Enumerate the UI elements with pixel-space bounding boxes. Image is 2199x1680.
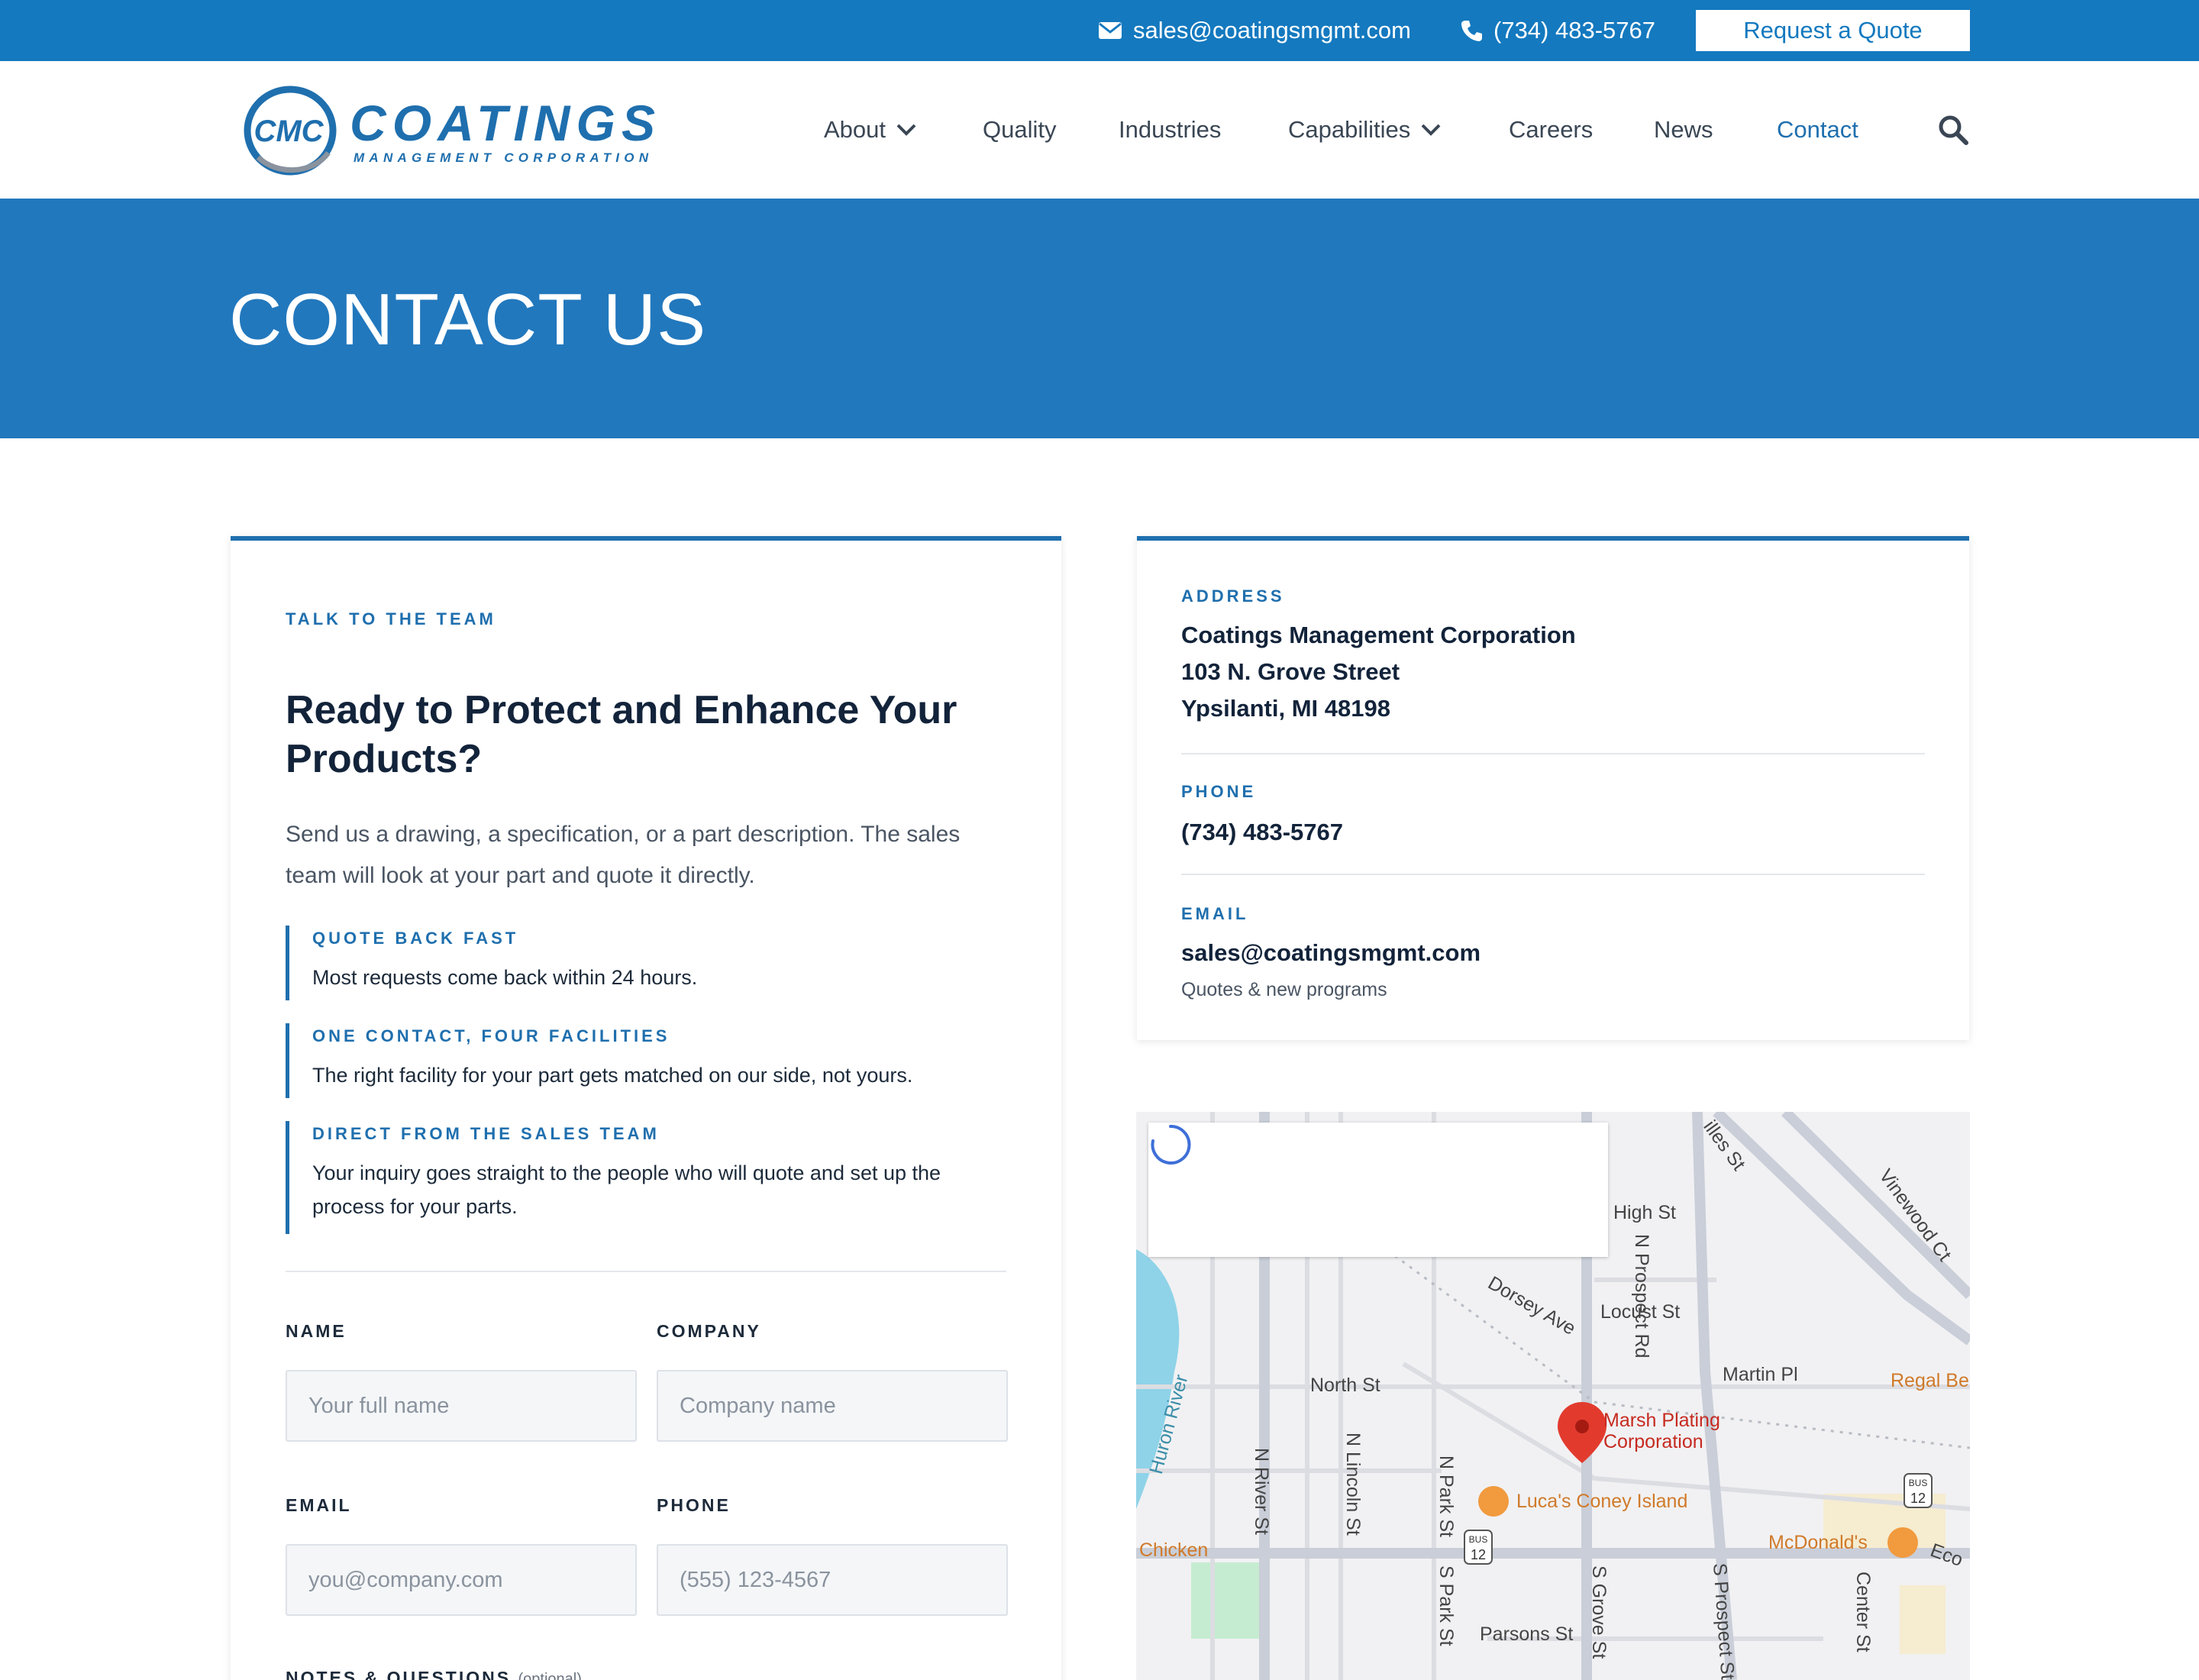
page-title: CONTACT US bbox=[229, 279, 707, 360]
nav-quality-label: Quality bbox=[983, 116, 1057, 143]
nav-news-label: News bbox=[1654, 116, 1713, 143]
info-divider bbox=[1181, 874, 1925, 875]
utility-bar: sales@coatingsmgmt.com (734) 483-5767 Re… bbox=[0, 0, 2199, 61]
nav-capabilities[interactable]: Capabilities bbox=[1288, 61, 1441, 199]
logo-name-text: COATINGS bbox=[350, 95, 655, 151]
feature-text: Most requests come back within 24 hours. bbox=[312, 966, 698, 989]
feature-title: DIRECT FROM THE SALES TEAM bbox=[312, 1124, 660, 1143]
topbar-email-text: sales@coatingsmgmt.com bbox=[1133, 17, 1411, 44]
map-street-label: Martin Pl bbox=[1723, 1364, 1798, 1385]
chevron-down-icon bbox=[896, 124, 916, 136]
map-street-label: N Lincoln St bbox=[1342, 1433, 1364, 1536]
nav-about[interactable]: About bbox=[824, 61, 916, 199]
site-header: CMC COATINGS MANAGEMENT CORPORATION Abou… bbox=[0, 61, 2199, 199]
map-street-label: Parsons St bbox=[1480, 1623, 1574, 1645]
map-street-label: N Prospect Rd bbox=[1631, 1234, 1652, 1359]
map-street-label: N Park St bbox=[1435, 1455, 1457, 1537]
map-pin-label[interactable]: Marsh Plating bbox=[1603, 1410, 1720, 1432]
feature-quote-fast: QUOTE BACK FAST Most requests come back … bbox=[286, 926, 1003, 1000]
phone-icon bbox=[1461, 21, 1482, 41]
feature-one-contact: ONE CONTACT, FOUR FACILITIES The right f… bbox=[286, 1023, 1003, 1098]
map-street-label: N River St bbox=[1251, 1448, 1272, 1535]
nav-contact[interactable]: Contact bbox=[1777, 61, 1858, 199]
notes-optional-text: (optional) bbox=[518, 1671, 582, 1680]
phone-label: PHONE bbox=[657, 1495, 731, 1515]
map-street-label: S Grove St bbox=[1588, 1565, 1610, 1659]
feature-text: Your inquiry goes straight to the people… bbox=[312, 1161, 941, 1218]
shield-number: 12 bbox=[1471, 1547, 1486, 1562]
nav-about-label: About bbox=[824, 116, 886, 143]
feature-direct-sales: DIRECT FROM THE SALES TEAM Your inquiry … bbox=[286, 1121, 1003, 1234]
chevron-down-icon bbox=[1421, 124, 1441, 136]
map-poi-label[interactable]: Luca's Coney Island bbox=[1516, 1491, 1687, 1513]
map-poi-label: Regal Be bbox=[1891, 1370, 1969, 1391]
contact-info-card: ADDRESS Coatings Management Corporation … bbox=[1137, 536, 1969, 1040]
nav-contact-label: Contact bbox=[1777, 116, 1858, 143]
nav-careers-label: Careers bbox=[1509, 116, 1594, 143]
nav-industries[interactable]: Industries bbox=[1119, 61, 1221, 199]
map-poi-label: Chicken bbox=[1139, 1539, 1209, 1561]
logo-tagline-text: MANAGEMENT CORPORATION bbox=[354, 150, 651, 165]
notes-label: NOTES & QUESTIONS (optional) bbox=[286, 1668, 582, 1680]
feature-title: ONE CONTACT, FOUR FACILITIES bbox=[312, 1026, 670, 1045]
card-eyebrow: TALK TO THE TEAM bbox=[286, 609, 496, 628]
shield-bus: BUS bbox=[1909, 1478, 1928, 1488]
company-input[interactable] bbox=[657, 1370, 1008, 1442]
route-shield-icon: 12 BUS bbox=[1904, 1473, 1933, 1508]
map-info-popup bbox=[1148, 1123, 1608, 1257]
info-divider bbox=[1181, 753, 1925, 754]
email-input[interactable] bbox=[286, 1544, 637, 1616]
name-label: NAME bbox=[286, 1321, 347, 1341]
section-divider bbox=[286, 1271, 1006, 1272]
address-line-2: 103 N. Grove Street bbox=[1181, 658, 1400, 685]
card-intro: Send us a drawing, a specification, or a… bbox=[286, 822, 961, 888]
nav-capabilities-label: Capabilities bbox=[1288, 116, 1411, 143]
nav-quality[interactable]: Quality bbox=[983, 61, 1056, 199]
logo-mark-text: CMC bbox=[253, 115, 324, 148]
shield-bus: BUS bbox=[1469, 1534, 1488, 1545]
nav-industries-label: Industries bbox=[1119, 116, 1222, 143]
topbar-phone-link[interactable]: (734) 483-5767 bbox=[1460, 0, 1655, 61]
company-logo[interactable]: CMC COATINGS MANAGEMENT CORPORATION bbox=[243, 86, 661, 176]
request-quote-button[interactable]: Request a Quote bbox=[1696, 10, 1970, 51]
company-label: COMPANY bbox=[657, 1321, 761, 1341]
address-line-1: Coatings Management Corporation bbox=[1181, 622, 1576, 648]
topbar-phone-text: (734) 483-5767 bbox=[1493, 17, 1655, 44]
map-pin-label[interactable]: Corporation bbox=[1603, 1431, 1703, 1453]
topbar-email-link[interactable]: sales@coatingsmgmt.com bbox=[1098, 0, 1411, 61]
map-poi-label[interactable]: McDonald's bbox=[1768, 1532, 1868, 1554]
feature-text: The right facility for your part gets ma… bbox=[312, 1064, 913, 1087]
email-value[interactable]: sales@coatingsmgmt.com bbox=[1181, 935, 1481, 971]
nav-careers[interactable]: Careers bbox=[1509, 61, 1593, 199]
map-street-label: S Park St bbox=[1435, 1565, 1457, 1646]
phone-input[interactable] bbox=[657, 1544, 1008, 1616]
email-label: EMAIL bbox=[286, 1495, 352, 1515]
page-hero: CONTACT US bbox=[0, 199, 2199, 438]
notes-label-text: NOTES & QUESTIONS bbox=[286, 1668, 512, 1680]
envelope-icon bbox=[1099, 22, 1122, 39]
map-street-label: High St bbox=[1613, 1202, 1676, 1223]
address-line-3: Ypsilanti, MI 48198 bbox=[1181, 695, 1390, 722]
address-label: ADDRESS bbox=[1181, 586, 1285, 606]
phone-value[interactable]: (734) 483-5767 bbox=[1181, 814, 1343, 851]
contact-form-card: TALK TO THE TEAM Ready to Protect and En… bbox=[231, 536, 1061, 1680]
route-shield-icon: 12 BUS bbox=[1464, 1530, 1493, 1565]
shield-number: 12 bbox=[1910, 1491, 1926, 1506]
nav-news[interactable]: News bbox=[1654, 61, 1713, 199]
location-map[interactable]: 12 BUS 12 BUS High St N Prospect Rd Dors… bbox=[1136, 1112, 1970, 1680]
email-section-label: EMAIL bbox=[1181, 904, 1249, 923]
map-street-label: Center St bbox=[1852, 1572, 1874, 1653]
search-icon[interactable] bbox=[1938, 115, 1968, 145]
feature-title: QUOTE BACK FAST bbox=[312, 929, 519, 948]
name-input[interactable] bbox=[286, 1370, 637, 1442]
map-street-label: Locust St bbox=[1600, 1301, 1681, 1323]
card-heading: Ready to Protect and Enhance Your Produc… bbox=[286, 688, 957, 781]
phone-section-label: PHONE bbox=[1181, 782, 1257, 801]
loading-spinner-icon bbox=[1151, 1124, 1191, 1165]
map-street-label: North St bbox=[1310, 1375, 1380, 1396]
email-note: Quotes & new programs bbox=[1181, 979, 1387, 1000]
